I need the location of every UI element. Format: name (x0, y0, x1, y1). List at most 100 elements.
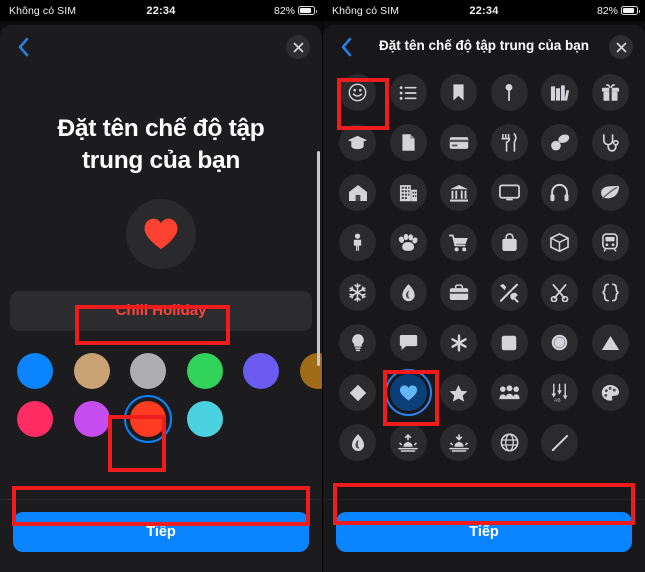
bullet-list-icon (399, 85, 417, 100)
name-field[interactable]: Chill Holiday (10, 290, 312, 331)
color-swatch-magenta[interactable] (73, 400, 110, 437)
color-swatch-indigo[interactable] (243, 352, 279, 389)
color-swatch-green[interactable] (186, 352, 223, 389)
icon-sunset[interactable] (440, 424, 478, 461)
left-sheet: Đặt tên chế độ tập trung của bạn Chill H… (0, 25, 322, 572)
back-button[interactable] (11, 35, 35, 59)
scissors-icon (550, 283, 569, 302)
flame-swirl-icon (351, 434, 364, 451)
icon-heart-selected[interactable] (384, 369, 432, 416)
color-swatch-tan[interactable] (73, 352, 110, 389)
color-swatch-red[interactable] (124, 394, 172, 443)
icon-bullet-list[interactable] (389, 74, 427, 111)
headphones-icon (550, 183, 569, 202)
color-swatch-cyan[interactable] (186, 400, 223, 437)
status-bar-right: Không có SIM 22:34 82% (323, 0, 645, 21)
map-pin-icon (505, 83, 513, 102)
icon-pencil[interactable] (541, 424, 579, 461)
train-icon (602, 233, 619, 252)
icon-picker-grid: AB (323, 70, 645, 461)
heart-icon (144, 218, 178, 250)
icon-gift[interactable] (591, 74, 629, 111)
icon-stethoscope[interactable] (591, 124, 629, 161)
snowflake-icon (349, 283, 366, 302)
sunset-icon (448, 433, 469, 452)
close-button[interactable] (609, 35, 633, 59)
icon-star[interactable] (440, 374, 478, 411)
tools-icon (500, 283, 519, 303)
gift-icon (601, 84, 619, 101)
icon-smiley-face[interactable] (339, 74, 377, 111)
icon-pills[interactable] (541, 124, 579, 161)
icon-monitor[interactable] (490, 174, 528, 211)
pencil-icon (551, 434, 568, 451)
home-icon (348, 184, 367, 201)
color-swatch-blue[interactable] (17, 352, 53, 389)
icon-people-group[interactable] (490, 374, 528, 411)
icon-speech-bubble[interactable] (389, 324, 427, 361)
icon-flame-swirl[interactable] (339, 424, 377, 461)
icon-sunrise[interactable] (389, 424, 427, 461)
icon-headphones[interactable] (541, 174, 579, 211)
icon-graduation-cap[interactable] (339, 124, 377, 161)
icon-box[interactable] (541, 224, 579, 261)
icon-bookmark[interactable] (440, 74, 478, 111)
sunrise-icon (398, 433, 419, 452)
icon-circle[interactable] (541, 324, 579, 361)
icon-palette[interactable] (591, 374, 629, 411)
icon-scissors[interactable] (541, 274, 579, 311)
color-swatch-pink[interactable] (17, 400, 53, 437)
icon-triangle[interactable] (591, 324, 629, 361)
document-icon (402, 134, 415, 151)
icon-tuning-forks[interactable]: AB (541, 374, 579, 411)
lightbulb-icon (352, 334, 364, 352)
books-icon (551, 84, 570, 101)
icon-snowflake[interactable] (339, 274, 377, 311)
icon-map-pin[interactable] (490, 74, 528, 111)
battery-percent-label: 82% (273, 4, 295, 17)
color-swatch-grid (17, 352, 322, 443)
battery-icon (621, 6, 640, 15)
page-title: Đặt tên chế độ tập trung của bạn (378, 38, 589, 53)
left-navbar (0, 25, 322, 70)
icon-document[interactable] (389, 124, 427, 161)
triangle-icon (601, 335, 619, 350)
icon-home[interactable] (339, 174, 377, 211)
icon-asterisk[interactable] (440, 324, 478, 361)
close-button[interactable] (286, 35, 310, 59)
next-button[interactable]: Tiếp (336, 512, 632, 552)
icon-globe[interactable] (490, 424, 528, 461)
icon-tools[interactable] (490, 274, 528, 311)
icon-paw-print[interactable] (389, 224, 427, 261)
icon-books[interactable] (541, 74, 579, 111)
icon-person[interactable] (339, 224, 377, 261)
person-icon (354, 233, 362, 251)
icon-toolbox[interactable] (440, 274, 478, 311)
icon-flame-drop[interactable] (389, 274, 427, 311)
right-navbar: Đặt tên chế độ tập trung của bạn (323, 25, 645, 70)
icon-train[interactable] (591, 224, 629, 261)
icon-diamond[interactable] (339, 374, 377, 411)
pills-icon (550, 134, 569, 151)
icon-fork-knife[interactable] (490, 124, 528, 161)
icon-credit-card[interactable] (440, 124, 478, 161)
icon-lightbulb[interactable] (339, 324, 377, 361)
icon-bank[interactable] (440, 174, 478, 211)
bank-icon (449, 184, 468, 202)
star-icon (449, 384, 468, 402)
screenshot-root: Không có SIM 22:34 82% Đặt tên chế độ tậ… (0, 0, 645, 572)
selected-icon-preview (126, 198, 196, 269)
svg-text:AB: AB (554, 397, 560, 402)
back-button[interactable] (334, 35, 358, 59)
icon-leaf[interactable] (591, 174, 629, 211)
color-swatch-gray[interactable] (130, 352, 166, 389)
icon-curly-braces[interactable] (591, 274, 629, 311)
page-title: Đặt tên chế độ tập trung của bạn (57, 115, 265, 174)
vertical-scrollbar[interactable] (317, 151, 320, 366)
icon-square[interactable] (490, 324, 528, 361)
icon-office-building[interactable] (389, 174, 427, 211)
next-button[interactable]: Tiếp (13, 512, 309, 552)
icon-shopping-cart[interactable] (440, 224, 478, 261)
right-sheet: Đặt tên chế độ tập trung của bạn AB Tiếp (323, 25, 645, 572)
icon-bag[interactable] (490, 224, 528, 261)
